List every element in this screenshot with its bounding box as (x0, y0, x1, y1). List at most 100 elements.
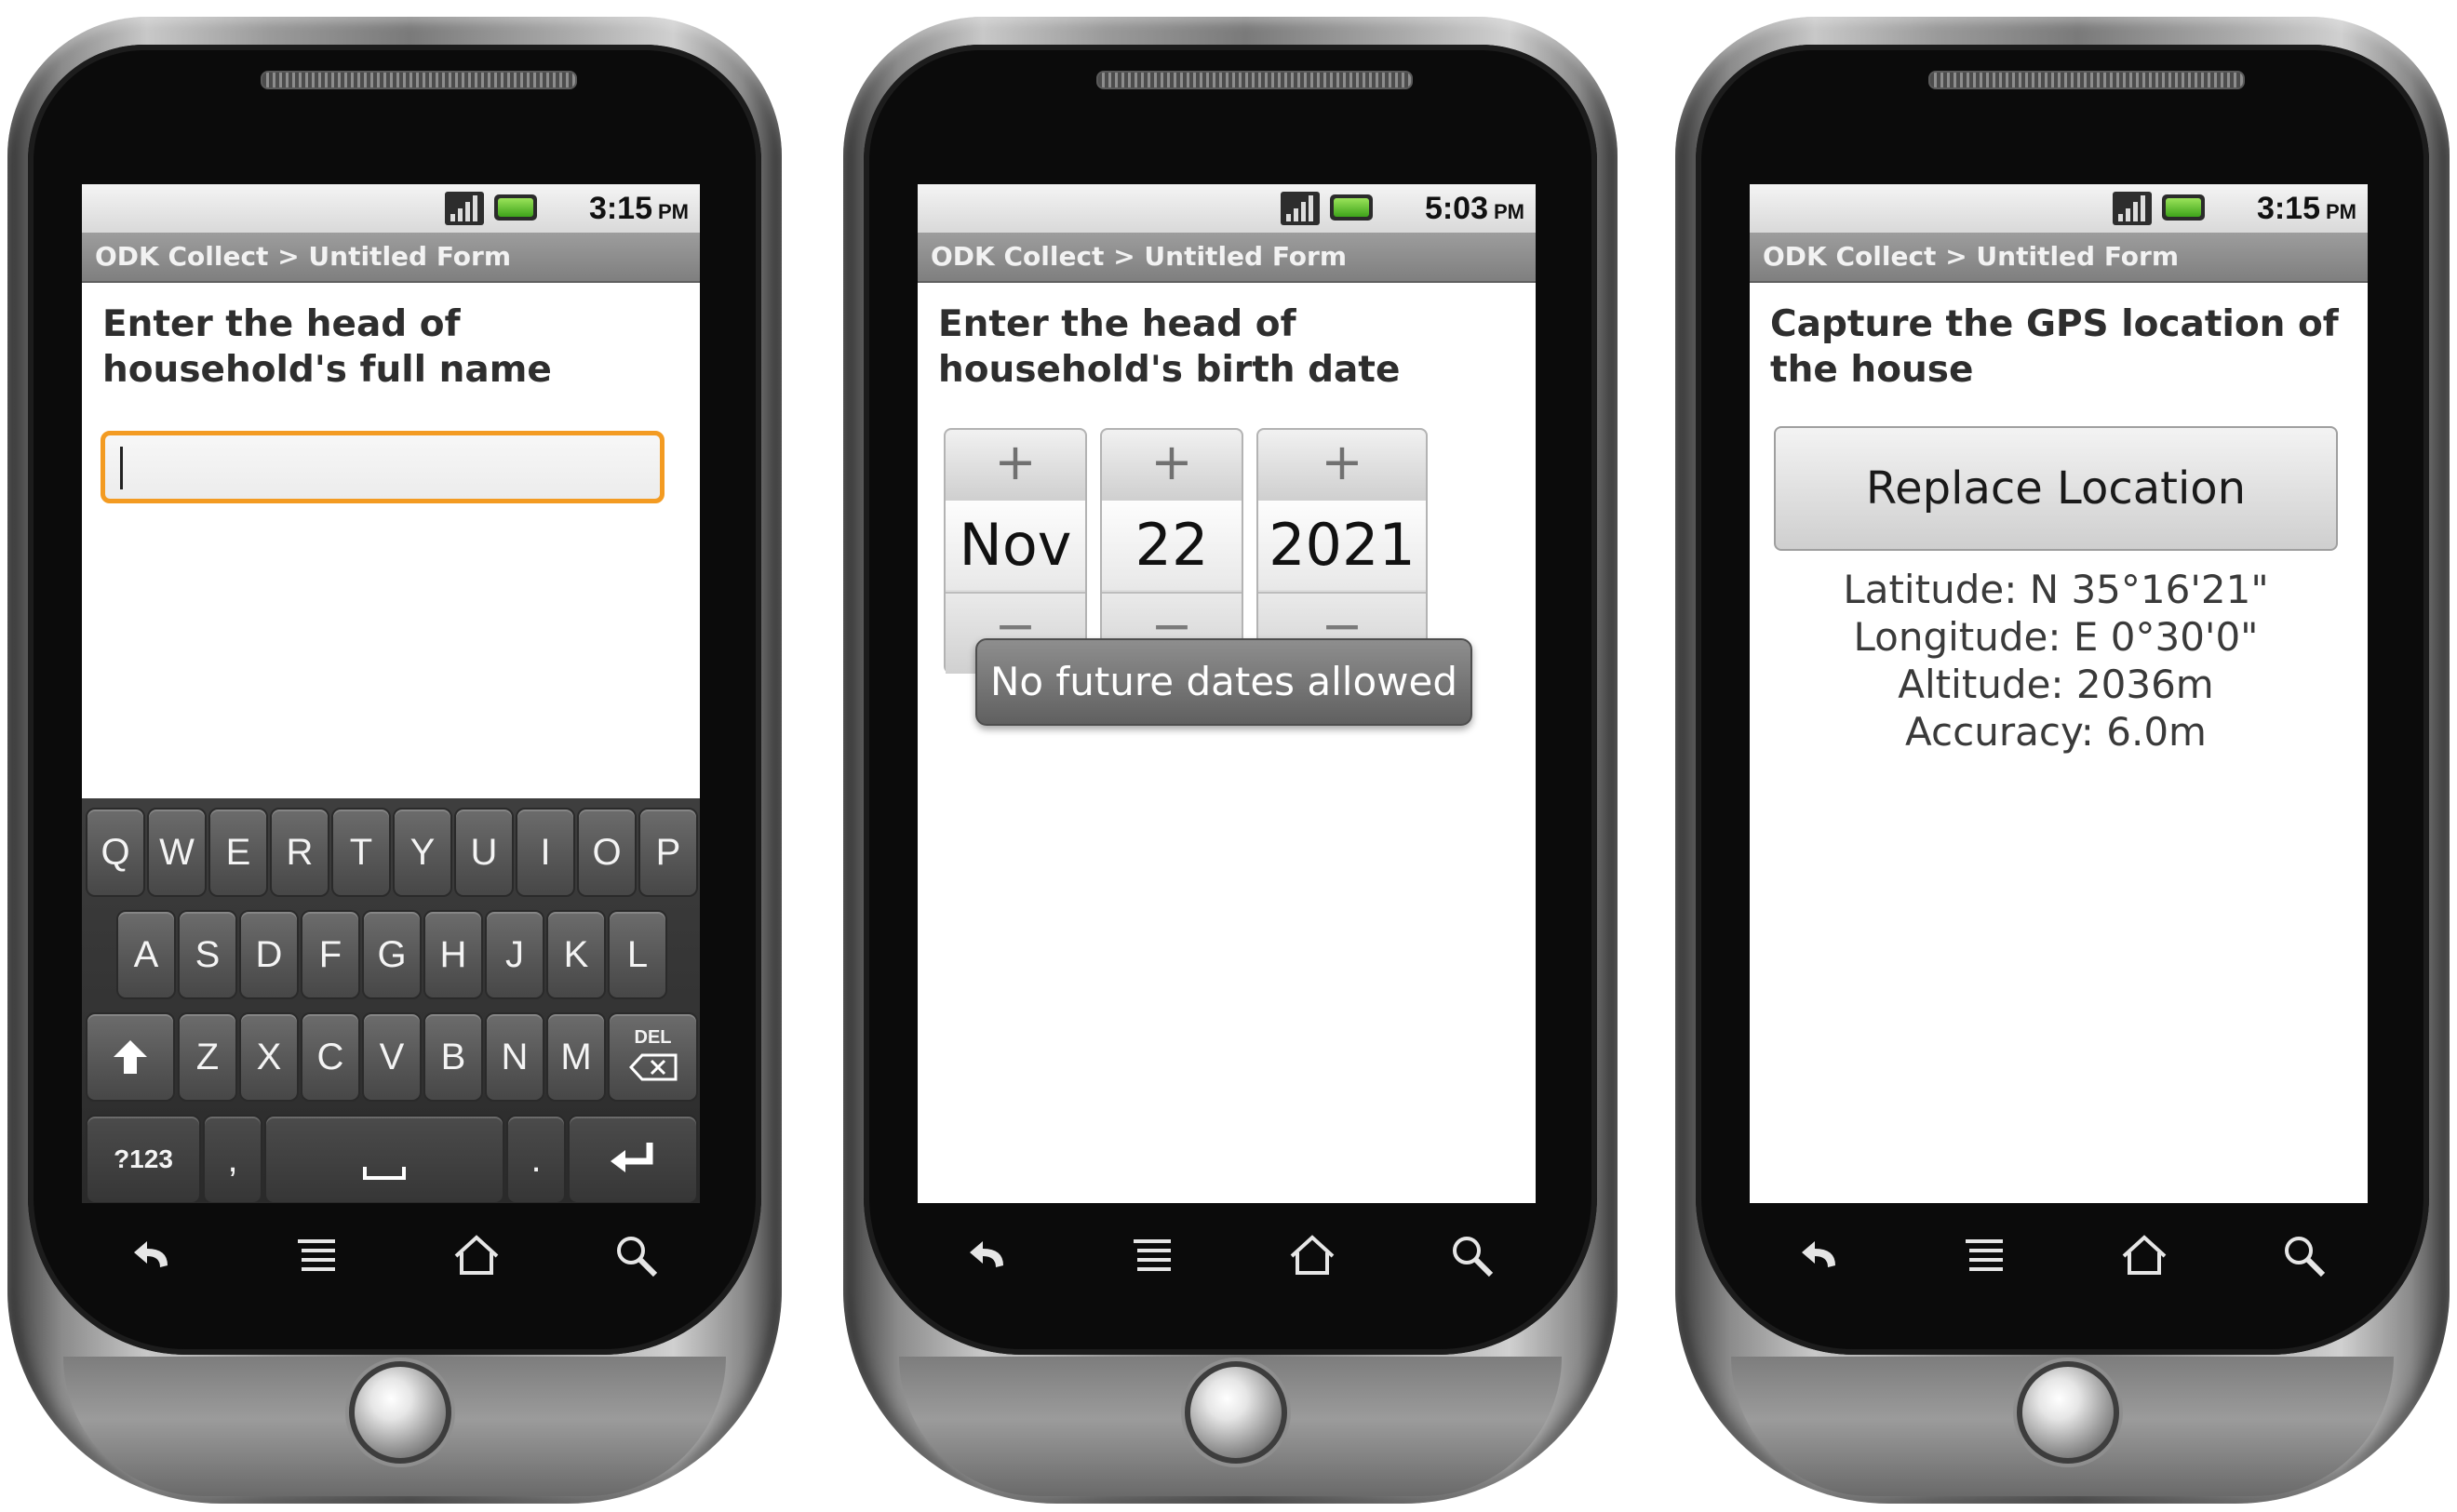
delete-key-label: DEL (634, 1027, 672, 1048)
period-key[interactable]: . (506, 1115, 566, 1203)
comma-key[interactable]: , (203, 1115, 262, 1203)
trackball-button[interactable] (349, 1361, 451, 1464)
status-bar: 3:15 PM (1750, 184, 2368, 234)
space-key[interactable] (264, 1115, 504, 1203)
key-n[interactable]: N (485, 1012, 544, 1102)
space-bar-icon (363, 1167, 406, 1180)
menu-icon[interactable] (1124, 1228, 1180, 1284)
altitude-value: Altitude: 2036m (1898, 662, 2214, 707)
backspace-icon (628, 1053, 677, 1081)
shift-arrow-icon (114, 1040, 147, 1074)
day-value[interactable]: 22 (1102, 501, 1242, 590)
key-d[interactable]: D (239, 910, 299, 999)
key-x[interactable]: X (239, 1012, 299, 1102)
status-bar: 5:03 PM (918, 184, 1536, 234)
month-value[interactable]: Nov (946, 501, 1085, 590)
home-icon[interactable] (2116, 1228, 2172, 1284)
longitude-value: Longitude: E 0°30'0" (1853, 614, 2259, 660)
toast-message: No future dates allowed (975, 638, 1472, 726)
speaker-grille (1928, 71, 2245, 89)
key-v[interactable]: V (362, 1012, 422, 1102)
year-increment-button[interactable]: + (1258, 430, 1426, 502)
year-value[interactable]: 2021 (1258, 501, 1426, 590)
clock-time: 5:03 (1424, 191, 1488, 226)
month-spinner: + Nov − (944, 428, 1087, 674)
key-y[interactable]: Y (393, 808, 452, 897)
key-o[interactable]: O (577, 808, 637, 897)
key-k[interactable]: K (546, 910, 606, 999)
back-icon[interactable] (128, 1228, 184, 1284)
app-title: ODK Collect > Untitled Form (95, 241, 512, 272)
speaker-grille (261, 71, 577, 89)
enter-arrow-icon (611, 1143, 653, 1172)
latitude-value: Latitude: N 35°16'21" (1843, 567, 2269, 612)
day-increment-button[interactable]: + (1102, 430, 1242, 502)
app-title-bar: ODK Collect > Untitled Form (918, 233, 1536, 283)
trackball-button[interactable] (1185, 1361, 1287, 1464)
key-p[interactable]: P (638, 808, 698, 897)
month-increment-button[interactable]: + (946, 430, 1085, 502)
delete-key[interactable]: DEL (608, 1012, 698, 1102)
menu-icon[interactable] (289, 1228, 344, 1284)
hardware-nav-row (82, 1223, 700, 1288)
app-title-bar: ODK Collect > Untitled Form (1750, 233, 2368, 283)
key-a[interactable]: A (116, 910, 176, 999)
signal-icon (2113, 192, 2152, 225)
clock-time: 3:15 (2256, 191, 2320, 226)
key-w[interactable]: W (147, 808, 207, 897)
key-c[interactable]: C (301, 1012, 360, 1102)
key-j[interactable]: J (485, 910, 544, 999)
key-t[interactable]: T (331, 808, 391, 897)
soft-keyboard: Q W E R T Y U I O P A S D F G H J K L Z … (82, 798, 700, 1203)
day-spinner: + 22 − (1100, 428, 1243, 674)
key-s[interactable]: S (178, 910, 237, 999)
search-icon[interactable] (609, 1228, 665, 1284)
gps-readout: Latitude: N 35°16'21" Longitude: E 0°30'… (1774, 566, 2338, 756)
key-i[interactable]: I (516, 808, 575, 897)
search-icon[interactable] (1444, 1228, 1500, 1284)
signal-icon (1281, 192, 1320, 225)
phone-2: 5:03 PM ODK Collect > Untitled Form Enter… (843, 17, 1618, 1504)
phone-3: 3:15 PM ODK Collect > Untitled Form Captu… (1675, 17, 2450, 1504)
key-m[interactable]: M (546, 1012, 606, 1102)
enter-key[interactable] (568, 1115, 698, 1203)
screen: 5:03 PM ODK Collect > Untitled Form Enter… (918, 184, 1536, 1203)
status-clock: 5:03 PM (1425, 188, 1524, 229)
clock-ampm: PM (1494, 200, 1524, 223)
key-f[interactable]: F (301, 910, 360, 999)
battery-icon (1330, 194, 1373, 221)
home-icon[interactable] (1284, 1228, 1340, 1284)
accuracy-value: Accuracy: 6.0m (1905, 709, 2207, 755)
screen: 3:15 PM ODK Collect > Untitled Form Captu… (1750, 184, 2368, 1203)
back-icon[interactable] (1796, 1228, 1852, 1284)
back-icon[interactable] (964, 1228, 1020, 1284)
home-icon[interactable] (449, 1228, 504, 1284)
key-z[interactable]: Z (178, 1012, 237, 1102)
key-q[interactable]: Q (86, 808, 145, 897)
hardware-nav-row (1750, 1223, 2368, 1288)
phone-1: 3:15 PM ODK Collect > Untitled Form Enter… (7, 17, 782, 1504)
full-name-input[interactable] (101, 431, 665, 503)
question-label: Capture the GPS location of the house (1770, 303, 2339, 391)
key-e[interactable]: E (208, 808, 268, 897)
key-u[interactable]: U (454, 808, 514, 897)
key-g[interactable]: G (362, 910, 422, 999)
trackball-button[interactable] (2017, 1361, 2119, 1464)
status-bar: 3:15 PM (82, 184, 700, 234)
clock-time: 3:15 (588, 191, 652, 226)
search-icon[interactable] (2276, 1228, 2332, 1284)
menu-icon[interactable] (1956, 1228, 2012, 1284)
replace-location-button[interactable]: Replace Location (1774, 426, 2338, 551)
battery-icon (494, 194, 537, 221)
shift-key[interactable] (86, 1012, 175, 1102)
key-b[interactable]: B (423, 1012, 483, 1102)
key-r[interactable]: R (270, 808, 329, 897)
year-spinner: + 2021 − (1256, 428, 1428, 674)
text-caret (120, 447, 123, 489)
key-h[interactable]: H (423, 910, 483, 999)
symbols-key[interactable]: ?123 (86, 1115, 201, 1203)
clock-ampm: PM (658, 200, 689, 223)
key-l[interactable]: L (608, 910, 667, 999)
app-title: ODK Collect > Untitled Form (931, 241, 1348, 272)
app-title: ODK Collect > Untitled Form (1763, 241, 2180, 272)
